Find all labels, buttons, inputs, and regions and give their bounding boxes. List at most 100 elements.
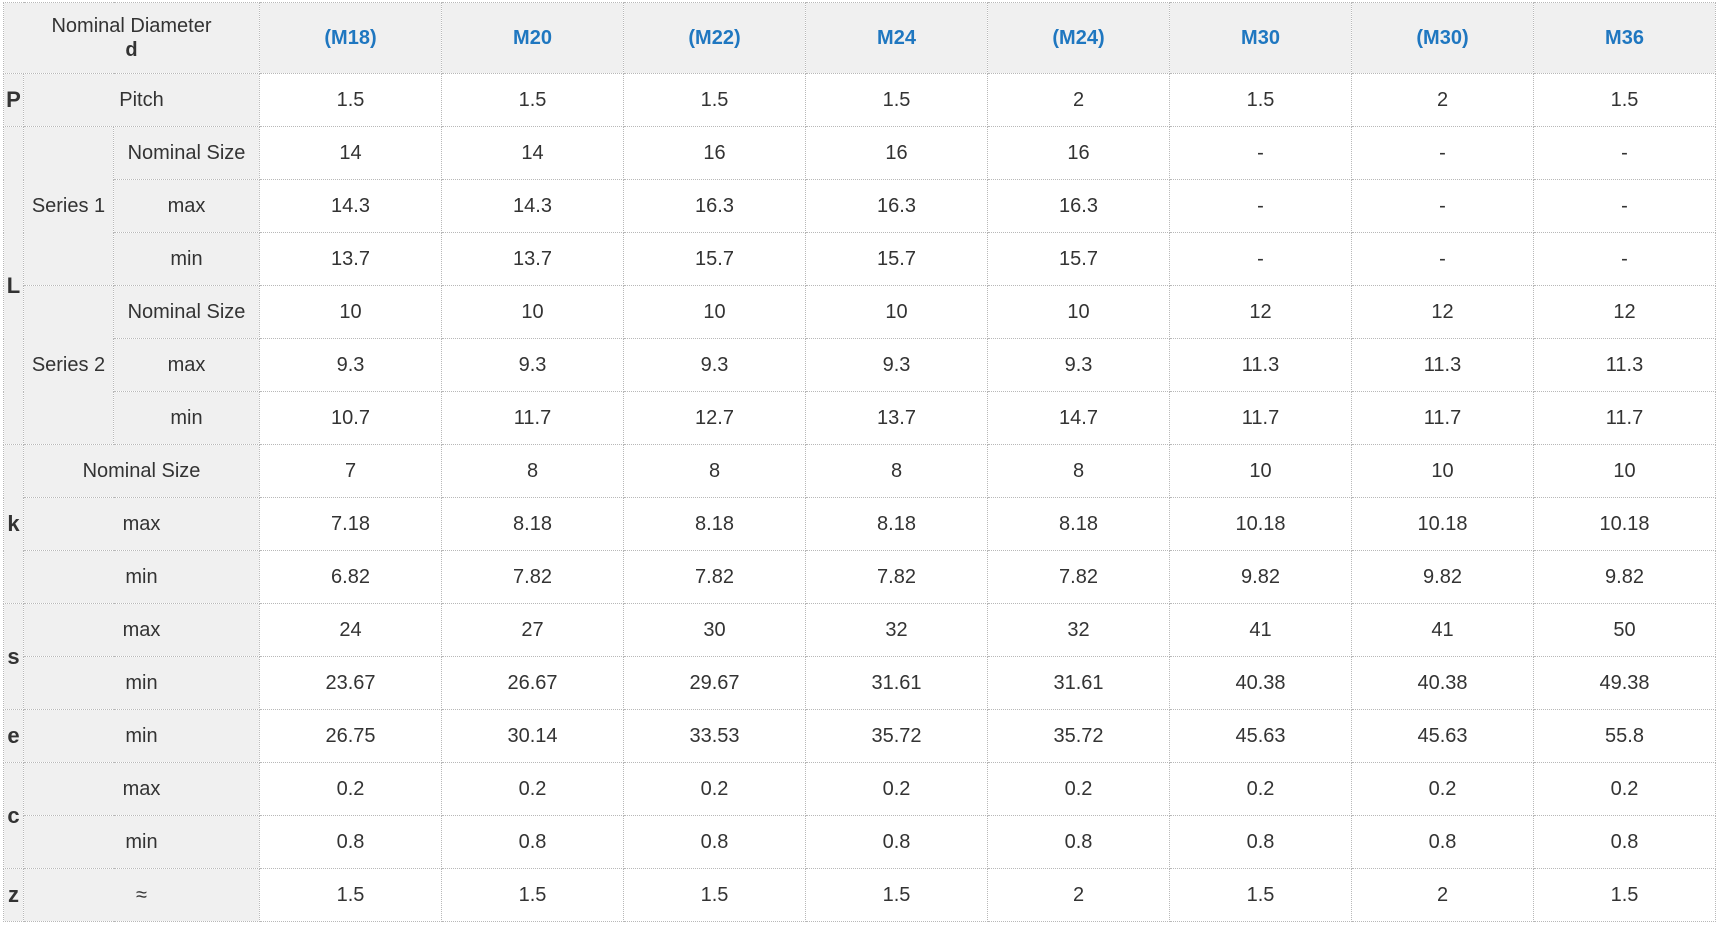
value-cell: 0.2 <box>623 762 806 816</box>
value-cell: 1.5 <box>1533 73 1716 127</box>
value-cell: 35.72 <box>805 709 988 763</box>
value-cell: - <box>1351 126 1534 180</box>
row-label: min <box>23 709 260 763</box>
value-cell: 7 <box>259 444 442 498</box>
value-cell: 12 <box>1533 285 1716 339</box>
value-cell: 55.8 <box>1533 709 1716 763</box>
value-cell: 14 <box>259 126 442 180</box>
value-cell: 50 <box>1533 603 1716 657</box>
value-cell: 31.61 <box>805 656 988 710</box>
value-cell: 10 <box>259 285 442 339</box>
table-row: Series 2 Nominal Size 10 10 10 10 10 12 12 12 <box>4 285 1716 445</box>
value-cell: 12 <box>1351 285 1534 339</box>
value-cell: 32 <box>805 603 988 657</box>
value-cell: - <box>1533 179 1716 233</box>
value-cell: 8 <box>805 444 988 498</box>
value-cell: 13.7 <box>805 391 988 445</box>
value-cell: 10 <box>1169 444 1352 498</box>
value-cell: 14.7 <box>987 391 1170 445</box>
value-cell: 8.18 <box>987 497 1170 551</box>
value-cell: 13.7 <box>259 232 442 286</box>
table-row: max 7.18 8.18 8.18 8.18 8.18 10.18 10.18 10.18 <box>4 497 1716 551</box>
value-cell: - <box>1169 126 1352 180</box>
value-cell: 11.7 <box>441 391 624 445</box>
value-cell: 0.8 <box>259 815 442 869</box>
nominal-diameter-header: Nominal Diameter d <box>3 2 260 74</box>
value-cell: 8.18 <box>441 497 624 551</box>
value-cell: 41 <box>1169 603 1352 657</box>
value-cell: 10 <box>987 285 1170 339</box>
row-label: Nominal Size <box>23 444 260 498</box>
value-cell: - <box>1351 179 1534 233</box>
value-cell: 26.75 <box>259 709 442 763</box>
value-cell: 0.8 <box>441 815 624 869</box>
value-cell: 0.8 <box>1533 815 1716 869</box>
value-cell: 0.2 <box>259 762 442 816</box>
value-cell: 31.61 <box>987 656 1170 710</box>
row-label: max <box>113 338 260 392</box>
row-label: max <box>23 762 260 816</box>
value-cell: 32 <box>987 603 1170 657</box>
value-cell: 12 <box>1169 285 1352 339</box>
value-cell: 9.82 <box>1351 550 1534 604</box>
header-symbol: d <box>125 39 138 61</box>
value-cell: 16.3 <box>623 179 806 233</box>
value-cell: 9.82 <box>1533 550 1716 604</box>
value-cell: 1.5 <box>1169 868 1352 922</box>
row-label: min <box>113 391 260 445</box>
value-cell: 7.82 <box>987 550 1170 604</box>
value-cell: 11.3 <box>1533 338 1716 392</box>
header-title: Nominal Diameter <box>51 15 212 37</box>
value-cell: 16 <box>805 126 988 180</box>
symbol-cell: z <box>3 868 24 922</box>
value-cell: 10.7 <box>259 391 442 445</box>
row-label: min <box>23 656 260 710</box>
value-cell: 45.63 <box>1169 709 1352 763</box>
value-cell: 9.3 <box>987 338 1170 392</box>
value-cell: 24 <box>259 603 442 657</box>
size-header: M24 <box>805 2 988 74</box>
value-cell: 8.18 <box>805 497 988 551</box>
value-cell: 2 <box>1351 868 1534 922</box>
row-label: min <box>23 815 260 869</box>
value-cell: 1.5 <box>1169 73 1352 127</box>
value-cell: 29.67 <box>623 656 806 710</box>
value-cell: 1.5 <box>623 868 806 922</box>
size-header: (M24) <box>987 2 1170 74</box>
value-cell: 7.82 <box>805 550 988 604</box>
value-cell: 9.3 <box>805 338 988 392</box>
value-cell: 9.82 <box>1169 550 1352 604</box>
value-cell: 9.3 <box>623 338 806 392</box>
value-cell: 1.5 <box>259 73 442 127</box>
value-cell: 14.3 <box>259 179 442 233</box>
table-row: s max 24 27 30 32 32 41 41 50 <box>3 603 1716 710</box>
value-cell: 14 <box>441 126 624 180</box>
row-label: Nominal Size <box>113 126 260 180</box>
value-cell: 9.3 <box>441 338 624 392</box>
series-label: Series 2 <box>23 285 114 445</box>
size-header: (M18) <box>259 2 442 74</box>
row-label: max <box>23 497 260 551</box>
value-cell: 8 <box>623 444 806 498</box>
value-cell: 27 <box>441 603 624 657</box>
series-label: Series 1 <box>23 126 114 286</box>
value-cell: 8 <box>441 444 624 498</box>
value-cell: 0.8 <box>623 815 806 869</box>
value-cell: 0.2 <box>441 762 624 816</box>
value-cell: 0.2 <box>1533 762 1716 816</box>
value-cell: 26.67 <box>441 656 624 710</box>
size-header: M36 <box>1533 2 1716 74</box>
row-label: Pitch <box>23 73 260 127</box>
value-cell: 11.7 <box>1169 391 1352 445</box>
symbol-cell: P <box>3 73 24 127</box>
value-cell: 41 <box>1351 603 1534 657</box>
value-cell: 2 <box>987 73 1170 127</box>
table-row: min 6.82 7.82 7.82 7.82 7.82 9.82 9.82 9.82 <box>4 550 1716 604</box>
table-row: min 23.67 26.67 29.67 31.61 31.61 40.38 40.38 4… <box>4 656 1716 710</box>
value-cell: 16 <box>987 126 1170 180</box>
value-cell: - <box>1169 232 1352 286</box>
value-cell: 2 <box>987 868 1170 922</box>
symbol-cell: c <box>3 762 24 869</box>
value-cell: 10.18 <box>1351 497 1534 551</box>
table-row: k Nominal Size 7 8 8 8 8 10 10 10 <box>3 444 1716 604</box>
